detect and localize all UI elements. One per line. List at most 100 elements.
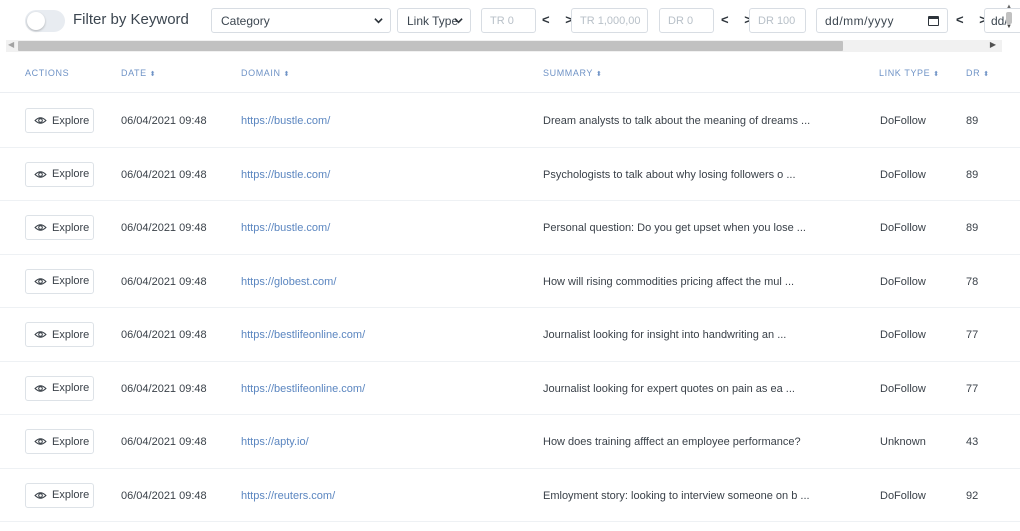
eye-icon <box>34 170 47 178</box>
tr-max-input[interactable]: TR 1,000,00 <box>571 8 648 33</box>
row-link-type: DoFollow <box>880 275 926 288</box>
row-dr: 77 <box>966 329 979 341</box>
row-summary: Personal question: Do you get upset when… <box>543 222 806 234</box>
row-summary: Psychologists to talk about why losing f… <box>543 168 796 181</box>
column-header-dr-label: DR <box>966 68 981 78</box>
row-link-type: DoFollow <box>880 489 926 502</box>
eye-icon <box>34 384 47 392</box>
horizontal-scroll-thumb[interactable] <box>18 41 843 51</box>
table-row: Explore 06/04/2021 09:48 https://apty.io/H… <box>0 415 1020 469</box>
eye-icon <box>34 277 47 285</box>
calendar-icon[interactable] <box>928 16 939 26</box>
link-type-select[interactable]: Link Type <box>397 8 471 33</box>
row-domain-link[interactable]: https://apty.io/ <box>241 436 309 448</box>
sort-icon[interactable]: ⬍ <box>933 71 939 78</box>
dr-max-input[interactable]: DR 100 <box>749 8 806 33</box>
eye-icon <box>34 224 47 231</box>
row-dr: 77 <box>966 382 979 395</box>
row-date: 06/04/2021 09:48 <box>121 329 207 341</box>
explore-button[interactable]: Explore <box>25 429 94 454</box>
explore-label: Explore <box>52 328 90 341</box>
row-link-type: DoFollow <box>880 222 926 234</box>
row-date: 06/04/2021 09:48 <box>121 382 207 395</box>
explore-button[interactable]: Explore <box>25 108 94 133</box>
explore-label: Explore <box>52 489 90 501</box>
link-type-select-value: Link Type <box>407 13 459 28</box>
sort-icon[interactable]: ⬍ <box>983 71 989 78</box>
row-summary: How will rising commodities pricing affe… <box>543 275 795 288</box>
row-domain-link[interactable]: https://bestlifeonline.com/ <box>241 329 365 341</box>
row-date: 06/04/2021 09:48 <box>121 489 207 502</box>
horizontal-scrollbar[interactable]: ◀ ▶ <box>6 40 1002 52</box>
row-link-type: DoFollow <box>880 382 926 395</box>
table-row: Explore 06/04/2021 09:48 https://reuters.c… <box>0 469 1020 522</box>
tr-min-input[interactable]: TR 0 <box>481 8 536 33</box>
table-row: Explore 06/04/2021 09:48 https://bustle.co… <box>0 148 1020 201</box>
column-header-domain[interactable]: DOMAIN ⬍ <box>241 68 290 78</box>
category-select[interactable]: Category <box>211 8 391 33</box>
column-header-link-type[interactable]: LINK TYPE ⬍ <box>879 68 940 78</box>
row-domain-link[interactable]: https://bestlifeonline.com/ <box>241 383 365 395</box>
row-link-type: Unknown <box>880 436 926 448</box>
chevron-down-icon <box>374 18 383 24</box>
keyword-filter-label: Filter by Keyword <box>73 11 189 28</box>
row-domain-link[interactable]: https://globest.com/ <box>241 276 336 288</box>
table-row: Explore 06/04/2021 09:48 https://bustle.co… <box>0 94 1020 148</box>
explore-button[interactable]: Explore <box>25 482 94 508</box>
row-dr: 78 <box>966 275 979 288</box>
eye-icon <box>34 331 47 338</box>
dr-min-input[interactable]: DR 0 <box>659 8 714 33</box>
sort-icon[interactable]: ⬍ <box>150 71 156 78</box>
keyword-filter-toggle[interactable] <box>25 10 65 32</box>
explore-button[interactable]: Explore <box>25 322 94 347</box>
table-row: Explore 06/04/2021 09:48 https://bestlifeo… <box>0 362 1020 415</box>
explore-label: Explore <box>52 114 90 127</box>
row-summary: Journalist looking for expert quotes on … <box>543 382 795 395</box>
date-to-input[interactable]: dd/ <box>984 8 1020 33</box>
column-header-dr[interactable]: DR ⬍ <box>966 68 990 78</box>
column-header-domain-label: DOMAIN <box>241 68 281 78</box>
table-row: Explore 06/04/2021 09:48 https://bustle.co… <box>0 201 1020 255</box>
date-from-input[interactable]: dd/mm/yyyy <box>816 8 948 33</box>
row-summary: Emloyment story: looking to interview so… <box>543 489 810 502</box>
date-from-placeholder: dd/mm/yyyy <box>825 13 895 28</box>
column-header-summary[interactable]: SUMMARY ⬍ <box>543 68 603 78</box>
explore-label: Explore <box>52 275 90 287</box>
explore-label: Explore <box>52 168 90 180</box>
row-date: 06/04/2021 09:48 <box>121 115 207 127</box>
eye-icon <box>34 491 47 499</box>
row-domain-link[interactable]: https://reuters.com/ <box>241 490 335 502</box>
scroll-up-icon[interactable]: ▲ <box>1006 4 1012 10</box>
row-date: 06/04/2021 09:48 <box>121 275 207 288</box>
row-summary: Dream analysts to talk about the meaning… <box>543 115 811 127</box>
scroll-right-icon[interactable]: ▶ <box>990 40 996 49</box>
explore-button[interactable]: Explore <box>25 375 94 401</box>
filter-bar: Filter by Keyword Category Link Type TR … <box>0 0 1020 40</box>
row-dr: 89 <box>966 168 979 181</box>
filter-vertical-scrollbar[interactable]: ▲ ▼ <box>1004 2 1014 32</box>
column-header-link-type-label: LINK TYPE <box>879 68 931 78</box>
row-date: 06/04/2021 09:48 <box>121 222 207 234</box>
row-date: 06/04/2021 09:48 <box>121 168 207 181</box>
table-header: ACTIONS DATE ⬍ DOMAIN ⬍ SUMMARY ⬍ LINK TYPE… <box>0 53 1020 93</box>
explore-button[interactable]: Explore <box>25 161 94 187</box>
row-domain-link[interactable]: https://bustle.com/ <box>241 222 330 234</box>
sort-icon[interactable]: ⬍ <box>596 71 602 78</box>
column-header-date-label: DATE <box>121 68 147 78</box>
row-link-type: DoFollow <box>880 329 926 341</box>
explore-button[interactable]: Explore <box>25 268 94 294</box>
column-header-actions: ACTIONS <box>25 68 70 78</box>
scroll-left-icon[interactable]: ◀ <box>8 40 14 49</box>
explore-label: Explore <box>52 382 90 394</box>
toggle-knob <box>27 12 45 30</box>
explore-label: Explore <box>52 221 90 234</box>
row-dr: 43 <box>966 436 979 448</box>
explore-button[interactable]: Explore <box>25 215 94 240</box>
scroll-down-icon[interactable]: ▼ <box>1006 24 1012 30</box>
column-header-date[interactable]: DATE ⬍ <box>121 68 156 78</box>
row-domain-link[interactable]: https://bustle.com/ <box>241 169 330 181</box>
row-domain-link[interactable]: https://bustle.com/ <box>241 115 330 127</box>
sort-icon[interactable]: ⬍ <box>284 71 290 78</box>
row-summary: How does training afffect an employee pe… <box>543 436 801 448</box>
scroll-thumb[interactable] <box>1006 12 1012 24</box>
